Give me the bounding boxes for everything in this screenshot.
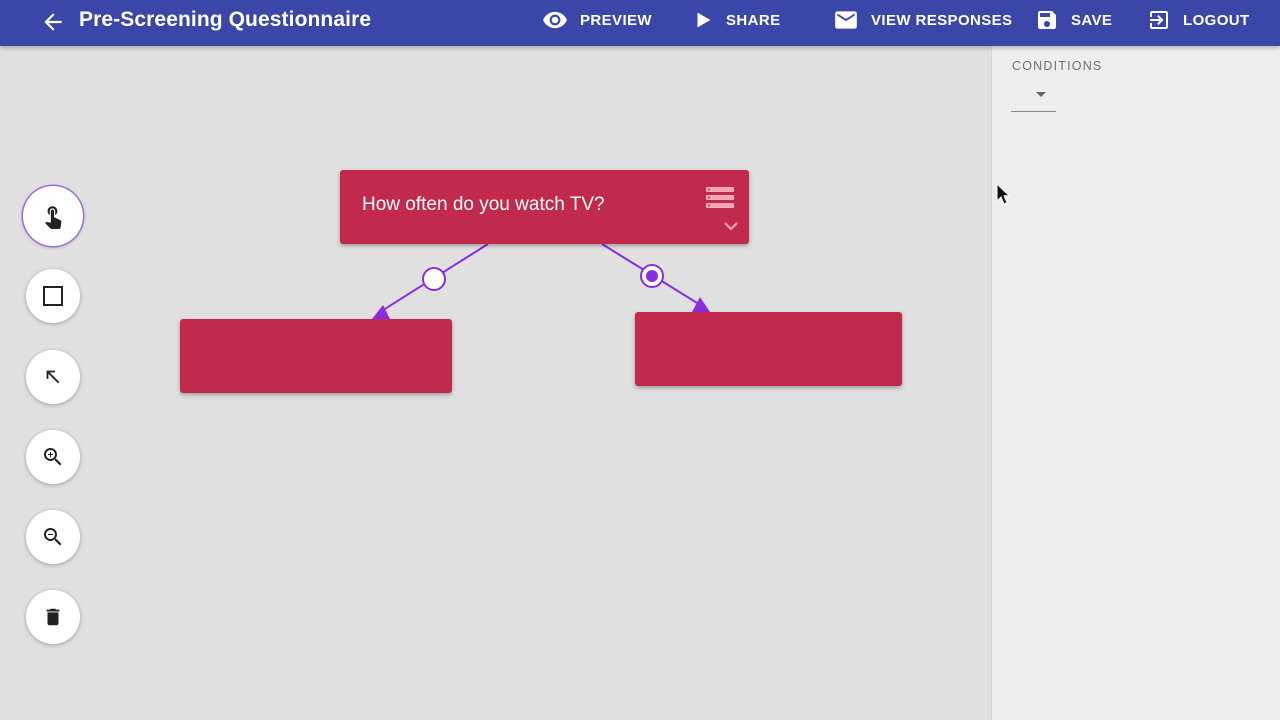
save-button[interactable]: SAVE: [1035, 0, 1112, 40]
zoom-in-icon: [44, 448, 62, 466]
graph-canvas[interactable]: How often do you watch TV?: [0, 46, 991, 720]
preview-button[interactable]: PREVIEW: [542, 0, 652, 40]
add-edge-tool-button[interactable]: [26, 350, 80, 404]
view-responses-button[interactable]: VIEW RESPONSES: [833, 0, 1012, 40]
view-responses-label: VIEW RESPONSES: [871, 11, 1013, 29]
mail-icon: [835, 11, 857, 29]
chevron-down-icon[interactable]: [724, 221, 738, 231]
back-button[interactable]: [40, 9, 66, 35]
conditions-panel: CONDITIONS: [991, 46, 1280, 720]
eye-icon: [543, 11, 567, 29]
floppy-disk-icon: [1038, 11, 1056, 29]
trash-icon: [46, 608, 60, 626]
arrow-back-icon: [44, 13, 62, 31]
pan-tool-button[interactable]: [23, 186, 83, 246]
question-node-text: How often do you watch TV?: [362, 194, 605, 215]
zoom-in-button[interactable]: [26, 430, 80, 484]
mouse-cursor-icon: [996, 183, 1010, 205]
hand-pointer-icon: [45, 206, 62, 229]
conditions-select[interactable]: [1011, 86, 1056, 112]
logout-button[interactable]: LOGOUT: [1147, 0, 1250, 40]
zoom-out-button[interactable]: [26, 510, 80, 564]
question-node[interactable]: How often do you watch TV?: [340, 170, 749, 244]
delete-button[interactable]: [26, 590, 80, 644]
edge-handle-left[interactable]: [422, 267, 446, 291]
share-button[interactable]: SHARE: [692, 0, 781, 40]
dropdown-arrow-icon: [1036, 92, 1046, 97]
share-label: SHARE: [726, 11, 781, 29]
exit-icon: [1150, 11, 1168, 29]
arrow-head-right: [692, 297, 710, 312]
add-node-tool-button[interactable]: [26, 269, 80, 323]
zoom-out-icon: [44, 528, 62, 546]
play-icon: [697, 12, 711, 28]
list-icon[interactable]: [706, 186, 734, 210]
save-label: SAVE: [1071, 11, 1113, 29]
conditions-label: CONDITIONS: [1012, 59, 1103, 73]
arrow-up-left-icon: [46, 370, 60, 384]
logout-label: LOGOUT: [1183, 11, 1250, 29]
square-icon: [43, 286, 63, 306]
answer-node-left[interactable]: [180, 319, 452, 393]
answer-node-right[interactable]: [635, 312, 902, 386]
page-title: Pre-Screening Questionnaire: [79, 8, 372, 31]
app-bar: Pre-Screening Questionnaire PREVIEW SHAR…: [0, 0, 1280, 46]
edge-handle-right-selected-dot: [646, 270, 658, 282]
preview-label: PREVIEW: [580, 11, 652, 29]
